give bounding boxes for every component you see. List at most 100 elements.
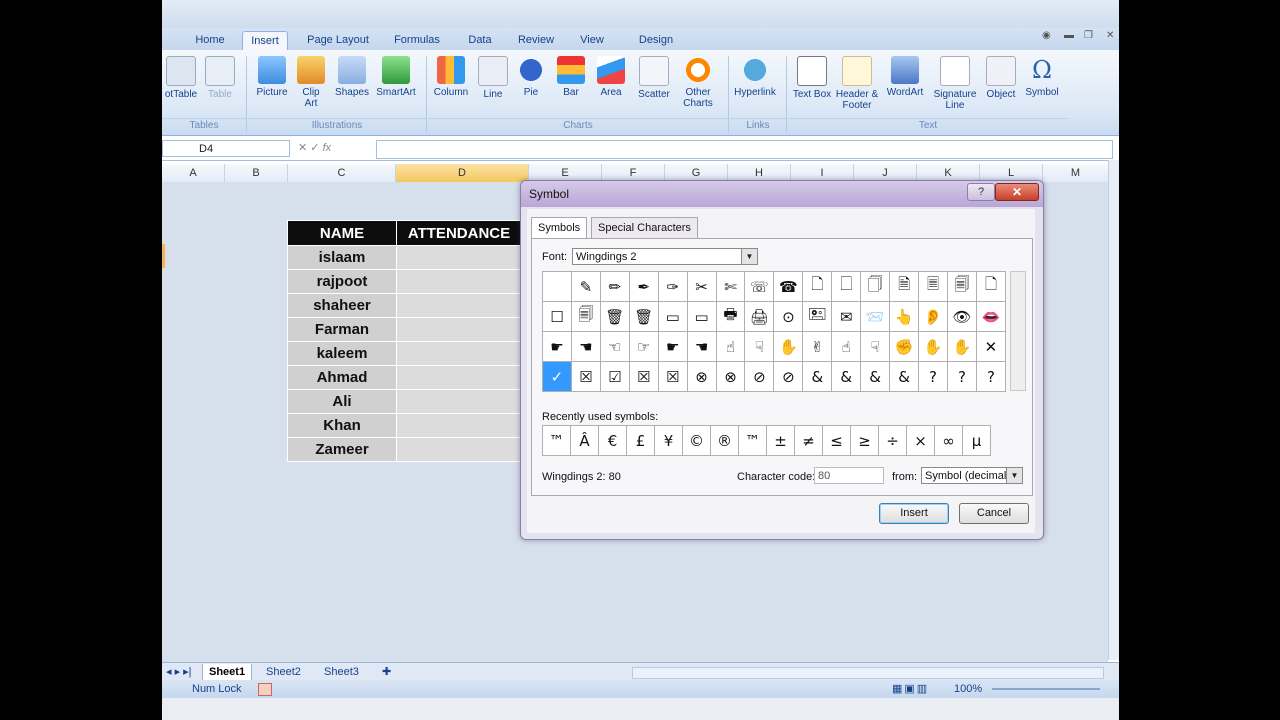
- symbol-cell[interactable]: &: [831, 361, 862, 392]
- restore-icon[interactable]: ❐: [1084, 30, 1093, 41]
- tab-data[interactable]: Data: [460, 31, 500, 50]
- column-chart-button[interactable]: Column: [430, 54, 472, 98]
- picture-button[interactable]: Picture: [252, 54, 292, 98]
- symbol-cell[interactable]: 🗑: [599, 301, 630, 332]
- sheet-tab-3[interactable]: Sheet3: [318, 664, 365, 680]
- symbol-cell[interactable]: ✒: [628, 271, 659, 302]
- symbol-cell[interactable]: ⊗: [715, 361, 746, 392]
- symbol-cell[interactable]: ☟: [860, 331, 891, 362]
- formula-input[interactable]: [376, 140, 1113, 159]
- sheet-nav-icon[interactable]: ◂ ▸ ▸|: [164, 664, 194, 680]
- column-header-m[interactable]: M: [1043, 164, 1109, 183]
- symbol-cell[interactable]: ✋: [918, 331, 948, 362]
- signature-line-button[interactable]: Signature Line: [930, 54, 980, 111]
- recent-symbol-cell[interactable]: Â: [570, 425, 599, 456]
- symbol-cell[interactable]: 🗏: [918, 271, 948, 302]
- symbol-cell[interactable]: ?: [918, 361, 948, 392]
- clip-art-button[interactable]: Clip Art: [296, 54, 326, 109]
- dialog-help-button[interactable]: ?: [967, 183, 995, 201]
- symbol-cell[interactable]: ☒: [570, 361, 601, 392]
- tab-insert[interactable]: Insert: [242, 31, 288, 51]
- symbol-cell[interactable]: &: [860, 361, 891, 392]
- recent-symbol-cell[interactable]: ÷: [878, 425, 907, 456]
- name-cell[interactable]: Ahmad: [287, 365, 397, 390]
- symbol-cell[interactable]: 🖶: [715, 301, 746, 332]
- sheet-tab-2[interactable]: Sheet2: [260, 664, 307, 680]
- recent-symbol-cell[interactable]: ±: [766, 425, 795, 456]
- symbol-cell[interactable]: ✋: [947, 331, 977, 362]
- header-attendance[interactable]: ATTENDANCE: [396, 220, 522, 246]
- recent-symbol-cell[interactable]: ™: [738, 425, 767, 456]
- symbol-cell[interactable]: ✓: [542, 361, 572, 392]
- recent-symbol-cell[interactable]: ∞: [934, 425, 963, 456]
- name-cell[interactable]: rajpoot: [287, 269, 397, 294]
- recent-symbol-cell[interactable]: £: [626, 425, 655, 456]
- symbol-cell[interactable]: ✂: [686, 271, 717, 302]
- view-buttons[interactable]: ▦▣▥: [892, 680, 929, 698]
- dialog-close-button[interactable]: ✕: [995, 183, 1039, 201]
- symbol-cell[interactable]: 🗐: [570, 301, 601, 332]
- insert-button[interactable]: Insert: [879, 503, 949, 524]
- symbol-cell[interactable]: ☛: [542, 331, 572, 362]
- cancel-button[interactable]: Cancel: [959, 503, 1029, 524]
- name-cell[interactable]: Zameer: [287, 437, 397, 462]
- name-cell[interactable]: Farman: [287, 317, 397, 342]
- wordart-button[interactable]: WordArt: [882, 54, 928, 98]
- column-header-c[interactable]: C: [288, 164, 396, 183]
- text-box-button[interactable]: Text Box: [792, 54, 832, 100]
- symbol-cell[interactable]: ☝: [715, 331, 746, 362]
- symbol-cell[interactable]: ☞: [628, 331, 659, 362]
- symbol-cell[interactable]: ▭: [686, 301, 717, 332]
- column-header-b[interactable]: B: [225, 164, 288, 183]
- symbol-cell[interactable]: &: [802, 361, 833, 392]
- symbol-cell[interactable]: ☑: [599, 361, 630, 392]
- sheet-tab-1[interactable]: Sheet1: [202, 664, 253, 681]
- zoom-level[interactable]: 100%: [954, 680, 982, 698]
- symbol-cell[interactable]: ✋: [773, 331, 804, 362]
- name-cell[interactable]: islaam: [287, 245, 397, 270]
- symbol-cell[interactable]: 👄: [975, 301, 1007, 332]
- symbol-cell[interactable]: ☚: [686, 331, 717, 362]
- attendance-cell[interactable]: [396, 293, 522, 318]
- symbol-cell[interactable]: ?: [947, 361, 977, 392]
- symbol-cell[interactable]: 👆: [889, 301, 920, 332]
- tab-home[interactable]: Home: [190, 31, 230, 50]
- symbol-cell[interactable]: ☝: [831, 331, 862, 362]
- tab-symbols[interactable]: Symbols: [531, 217, 588, 239]
- symbol-cell[interactable]: ✌: [802, 331, 833, 362]
- symbol-cell[interactable]: ☏: [744, 271, 775, 302]
- pie-chart-button[interactable]: Pie: [514, 54, 548, 98]
- close-icon[interactable]: ✕: [1106, 30, 1114, 41]
- symbol-cell[interactable]: ⊘: [744, 361, 775, 392]
- object-button[interactable]: Object: [982, 54, 1020, 100]
- character-code-input[interactable]: 80: [814, 467, 884, 484]
- symbol-cell[interactable]: 🗎: [889, 271, 920, 302]
- symbol-cell[interactable]: 🖭: [802, 301, 833, 332]
- tab-special-characters[interactable]: Special Characters: [591, 217, 698, 238]
- table-button[interactable]: Table: [204, 54, 236, 100]
- symbol-cell[interactable]: 👁: [947, 301, 977, 332]
- name-cell[interactable]: kaleem: [287, 341, 397, 366]
- symbol-cell[interactable]: ☛: [657, 331, 688, 362]
- zoom-slider[interactable]: [992, 688, 1100, 690]
- attendance-cell[interactable]: [396, 389, 522, 414]
- help-icon[interactable]: ◉: [1042, 30, 1051, 41]
- pivot-table-button[interactable]: otTable: [162, 54, 200, 100]
- smartart-button[interactable]: SmartArt: [374, 54, 418, 98]
- tab-formulas[interactable]: Formulas: [390, 31, 444, 50]
- symbol-cell[interactable]: 🗋: [975, 271, 1007, 302]
- from-select[interactable]: Symbol (decimal) ▼: [921, 467, 1023, 484]
- font-select[interactable]: Wingdings 2 ▼: [572, 248, 758, 265]
- recent-symbol-cell[interactable]: ≥: [850, 425, 879, 456]
- symbol-cell[interactable]: ☟: [744, 331, 775, 362]
- symbol-cell[interactable]: ✄: [715, 271, 746, 302]
- name-box[interactable]: D4: [162, 140, 290, 157]
- recent-symbol-cell[interactable]: ®: [710, 425, 739, 456]
- recent-symbol-cell[interactable]: ≤: [822, 425, 851, 456]
- symbol-cell[interactable]: ☎: [773, 271, 804, 302]
- symbol-cell[interactable]: ☐: [542, 301, 572, 332]
- symbol-cell[interactable]: [542, 271, 572, 302]
- symbol-cell[interactable]: ✊: [889, 331, 920, 362]
- dialog-title-bar[interactable]: Symbol ? ✕: [521, 181, 1043, 207]
- minimize-icon[interactable]: ▬: [1064, 30, 1074, 41]
